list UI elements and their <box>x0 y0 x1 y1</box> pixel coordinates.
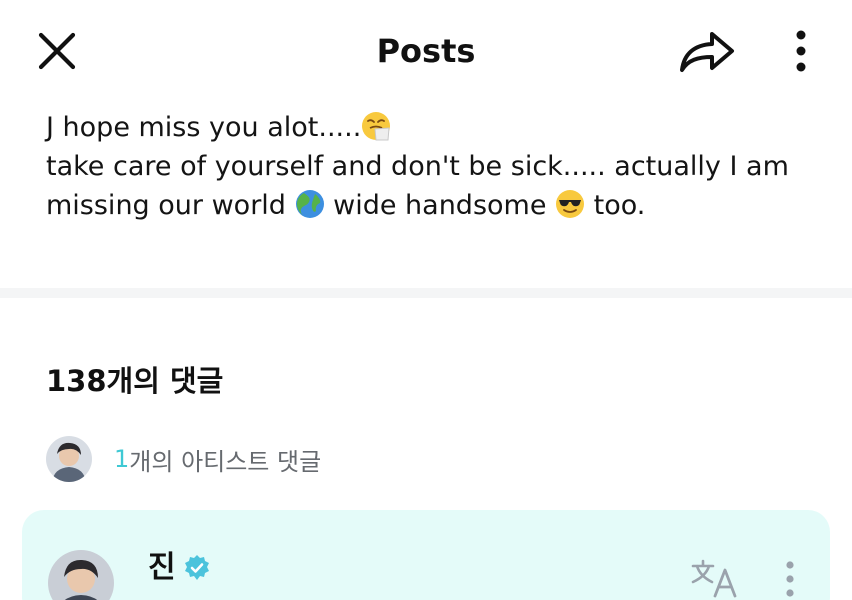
top-bar: Posts <box>0 0 852 100</box>
globe-emoji <box>295 190 324 218</box>
artist-comment-card: 진 <box>22 510 830 600</box>
verified-badge-icon <box>184 555 209 580</box>
more-options-button[interactable] <box>786 26 816 76</box>
avatar-image <box>46 436 92 482</box>
post-text: missing our world <box>46 190 286 221</box>
translate-button[interactable] <box>690 558 742 598</box>
sneezing-face-emoji <box>362 112 391 141</box>
post-body: J hope miss you alot..... take care of y… <box>46 108 836 225</box>
post-text: take care of yourself and don't be sick.… <box>46 151 789 182</box>
share-button[interactable] <box>676 26 736 76</box>
comment-author[interactable]: 진 <box>148 550 212 586</box>
post-text: J hope miss you alot..... <box>46 112 362 143</box>
more-vertical-icon[interactable] <box>778 558 802 600</box>
share-icon[interactable] <box>676 26 736 76</box>
artist-comments-link[interactable]: 1 개의 아티스트 댓글 <box>46 436 321 482</box>
comment-more-options-button[interactable] <box>778 558 802 600</box>
artist-comment-label: 개의 아티스트 댓글 <box>129 447 322 476</box>
sunglasses-face-emoji <box>556 190 585 218</box>
avatar <box>46 436 92 482</box>
artist-comment-count: 1 <box>114 445 130 473</box>
post-line: take care of yourself and don't be sick.… <box>46 147 836 186</box>
post-text: too. <box>593 190 646 221</box>
author-name: 진 <box>148 550 176 585</box>
translate-icon[interactable] <box>690 558 742 598</box>
post-line: J hope miss you alot..... <box>46 108 836 147</box>
post-text: wide handsome <box>333 190 547 221</box>
more-vertical-icon[interactable] <box>786 26 816 76</box>
avatar[interactable] <box>48 550 114 600</box>
comments-count-heading: 138개의 댓글 <box>46 364 224 398</box>
section-divider <box>0 288 852 298</box>
avatar-image <box>48 550 114 600</box>
post-line: missing our world wide handsome too. <box>46 186 836 225</box>
